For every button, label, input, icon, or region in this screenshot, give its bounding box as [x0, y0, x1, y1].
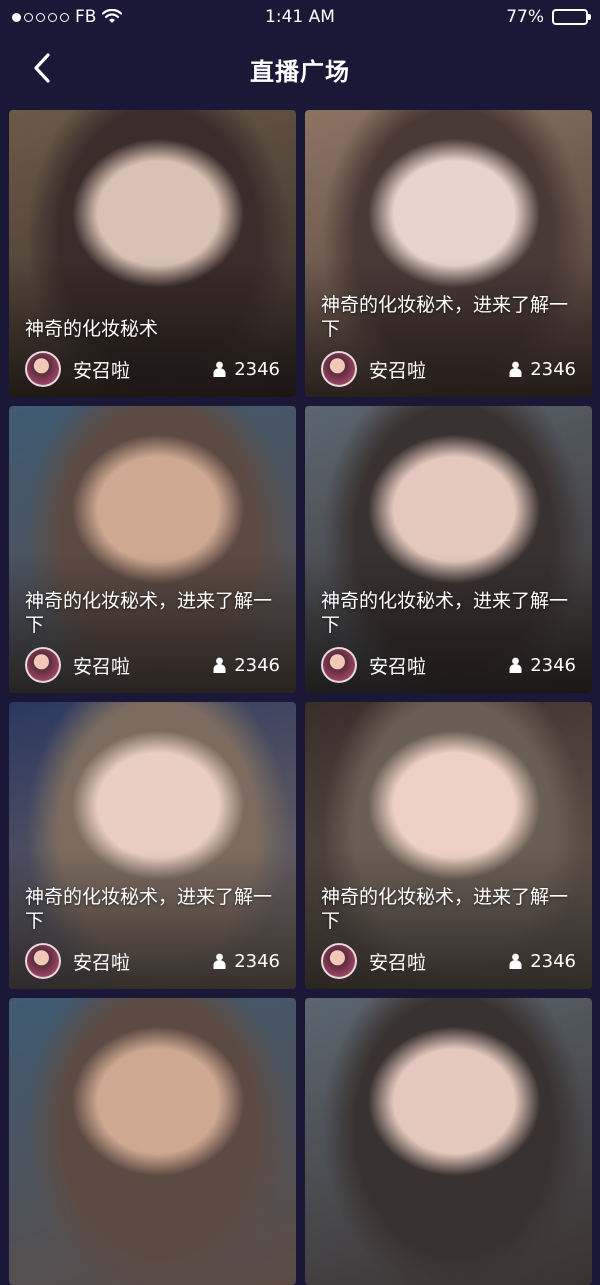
room-meta: 安召啦 2346 [25, 941, 280, 981]
room-meta: 安召啦 2346 [25, 349, 280, 389]
viewer-count: 2346 [213, 951, 280, 972]
person-icon [509, 361, 522, 377]
live-room-card[interactable] [9, 998, 296, 1285]
viewer-count: 2346 [509, 951, 576, 972]
avatar[interactable] [321, 647, 357, 683]
viewer-count: 2346 [213, 359, 280, 380]
viewer-count: 2346 [509, 359, 576, 380]
room-caption: 神奇的化妆秘术，进来了解一下 [25, 590, 273, 636]
person-icon [509, 657, 522, 673]
person-icon [213, 657, 226, 673]
avatar[interactable] [321, 351, 357, 387]
viewer-count-value: 2346 [530, 358, 576, 380]
room-meta: 安召啦 2346 [321, 645, 576, 685]
person-icon [509, 953, 522, 969]
avatar[interactable] [25, 943, 61, 979]
live-room-card[interactable]: 神奇的化妆秘术，进来了解一下 安召啦 2346 [9, 406, 296, 693]
viewer-count-value: 2346 [530, 654, 576, 676]
host-name: 安召啦 [369, 359, 427, 382]
live-room-card[interactable]: 神奇的化妆秘术，进来了解一下 安召啦 2346 [9, 702, 296, 989]
room-caption: 神奇的化妆秘术，进来了解一下 [321, 590, 569, 636]
viewer-count: 2346 [509, 655, 576, 676]
battery-icon [552, 9, 591, 25]
room-meta: 安召啦 2346 [321, 349, 576, 389]
host-name: 安召啦 [369, 655, 427, 678]
battery-percent: 77% [506, 7, 544, 27]
host-name: 安召啦 [73, 951, 131, 974]
cover-photo [305, 998, 592, 1285]
avatar[interactable] [25, 647, 61, 683]
status-bar: FB 1:41 AM 77% [0, 0, 600, 34]
live-room-card[interactable]: 神奇的化妆秘术，进来了解一下 安召啦 2346 [305, 702, 592, 989]
room-caption: 神奇的化妆秘术，进来了解一下 [25, 886, 273, 932]
viewer-count-value: 2346 [234, 950, 280, 972]
live-room-card[interactable]: 神奇的化妆秘术，进来了解一下 安召啦 2346 [305, 406, 592, 693]
avatar[interactable] [321, 943, 357, 979]
person-icon [213, 361, 226, 377]
host-name: 安召啦 [73, 359, 131, 382]
nav-bar: 直播广场 [0, 34, 600, 102]
cover-photo [9, 998, 296, 1285]
live-room-card[interactable]: 神奇的化妆秘术，进来了解一下 安召啦 2346 [305, 110, 592, 397]
viewer-count-value: 2346 [530, 950, 576, 972]
viewer-count-value: 2346 [234, 358, 280, 380]
page-title: 直播广场 [250, 58, 350, 86]
room-meta: 安召啦 2346 [25, 645, 280, 685]
room-caption: 神奇的化妆秘术，进来了解一下 [321, 886, 569, 932]
viewer-count: 2346 [213, 655, 280, 676]
room-meta: 安召啦 2346 [321, 941, 576, 981]
person-icon [213, 953, 226, 969]
live-room-card[interactable]: 神奇的化妆秘术 安召啦 2346 [9, 110, 296, 397]
viewer-count-value: 2346 [234, 654, 280, 676]
room-caption: 神奇的化妆秘术 [25, 318, 159, 340]
avatar[interactable] [25, 351, 61, 387]
battery-status: 77% [506, 7, 591, 27]
host-name: 安召啦 [73, 655, 131, 678]
host-name: 安召啦 [369, 951, 427, 974]
live-room-card[interactable] [305, 998, 592, 1285]
room-caption: 神奇的化妆秘术，进来了解一下 [321, 294, 569, 340]
